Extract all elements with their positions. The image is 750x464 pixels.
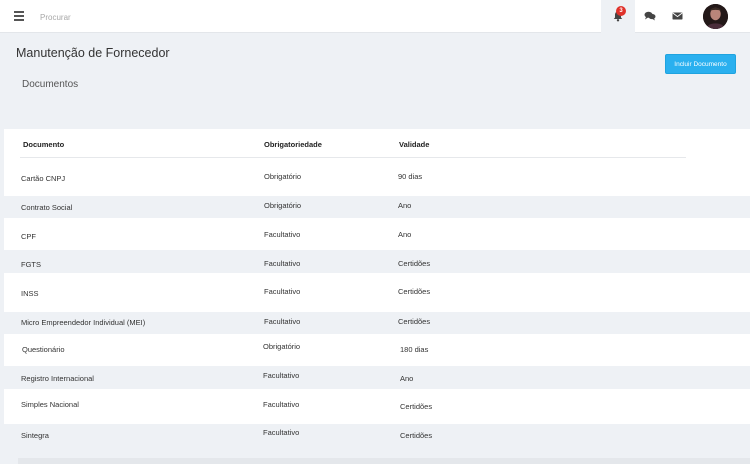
user-avatar[interactable] bbox=[703, 4, 728, 29]
table-row[interactable]: FGTS Facultativo Certidões bbox=[4, 250, 750, 273]
cell-obrigatoriedade: Obrigatório bbox=[263, 342, 301, 351]
table-row[interactable]: Micro Empreendedor Individual (MEI) Facu… bbox=[4, 312, 750, 334]
notifications-button[interactable]: 3 bbox=[601, 0, 635, 33]
table-row[interactable]: Simples Nacional Facultativo Certidões bbox=[4, 389, 750, 424]
cell-documento: Cartão CNPJ bbox=[21, 174, 66, 183]
table-row[interactable]: Cartão CNPJ Obrigatório 90 dias bbox=[4, 158, 750, 196]
cell-validade: Ano bbox=[400, 374, 414, 383]
table-row[interactable]: Questionário Obrigatório 180 dias bbox=[4, 334, 750, 366]
table-row[interactable]: INSS Facultativo Certidões bbox=[4, 273, 750, 312]
include-document-button[interactable]: Incluir Documento bbox=[665, 54, 736, 74]
cell-obrigatoriedade: Obrigatório bbox=[264, 172, 302, 181]
table-row[interactable]: CPF Facultativo Ano bbox=[4, 218, 750, 250]
cell-validade: Certidões bbox=[398, 259, 431, 268]
cell-documento: Micro Empreendedor Individual (MEI) bbox=[21, 318, 146, 327]
menu-icon[interactable] bbox=[14, 11, 24, 21]
cell-documento: Contrato Social bbox=[21, 203, 73, 212]
cell-validade: Certidões bbox=[400, 431, 433, 440]
cell-obrigatoriedade: Facultativo bbox=[264, 287, 301, 296]
cell-documento: FGTS bbox=[21, 260, 41, 269]
column-header-obrigatoriedade[interactable]: Obrigatoriedade bbox=[264, 140, 322, 149]
cell-obrigatoriedade: Facultativo bbox=[264, 259, 301, 268]
cell-validade: 180 dias bbox=[400, 345, 429, 354]
next-panel-edge bbox=[18, 458, 750, 464]
table-row[interactable]: Contrato Social Obrigatório Ano bbox=[4, 196, 750, 218]
cell-documento: Simples Nacional bbox=[21, 400, 79, 409]
mail-icon[interactable] bbox=[672, 12, 683, 20]
cell-validade: 90 dias bbox=[398, 172, 423, 181]
cell-obrigatoriedade: Facultativo bbox=[264, 317, 301, 326]
documents-table: Documento Obrigatoriedade Validade Cartã… bbox=[4, 129, 750, 446]
section-title: Documentos bbox=[22, 79, 79, 90]
cell-documento: Registro Internacional bbox=[21, 374, 94, 383]
cell-documento: Questionário bbox=[22, 345, 65, 354]
cell-obrigatoriedade: Facultativo bbox=[263, 428, 300, 437]
cell-validade: Certidões bbox=[400, 402, 433, 411]
cell-obrigatoriedade: Facultativo bbox=[263, 400, 300, 409]
cell-validade: Certidões bbox=[398, 287, 431, 296]
avatar-image bbox=[703, 4, 728, 29]
notification-count-badge: 3 bbox=[616, 6, 626, 16]
search-input[interactable] bbox=[40, 9, 240, 25]
cell-documento: CPF bbox=[21, 232, 36, 241]
cell-obrigatoriedade: Obrigatório bbox=[264, 201, 302, 210]
cell-obrigatoriedade: Facultativo bbox=[264, 230, 301, 239]
table-row[interactable]: Sintegra Facultativo Certidões bbox=[4, 424, 750, 446]
cell-obrigatoriedade: Facultativo bbox=[263, 371, 300, 380]
cell-documento: Sintegra bbox=[21, 431, 49, 440]
cell-validade: Ano bbox=[398, 230, 412, 239]
column-header-validade[interactable]: Validade bbox=[399, 140, 429, 149]
column-header-documento[interactable]: Documento bbox=[23, 140, 64, 149]
chat-icon[interactable] bbox=[644, 11, 656, 21]
top-navbar: 3 bbox=[0, 0, 750, 33]
cell-documento: INSS bbox=[21, 289, 39, 298]
cell-validade: Certidões bbox=[398, 317, 431, 326]
page-title: Manutenção de Fornecedor bbox=[16, 46, 170, 60]
table-row[interactable]: Registro Internacional Facultativo Ano bbox=[4, 366, 750, 389]
cell-validade: Ano bbox=[398, 201, 412, 210]
